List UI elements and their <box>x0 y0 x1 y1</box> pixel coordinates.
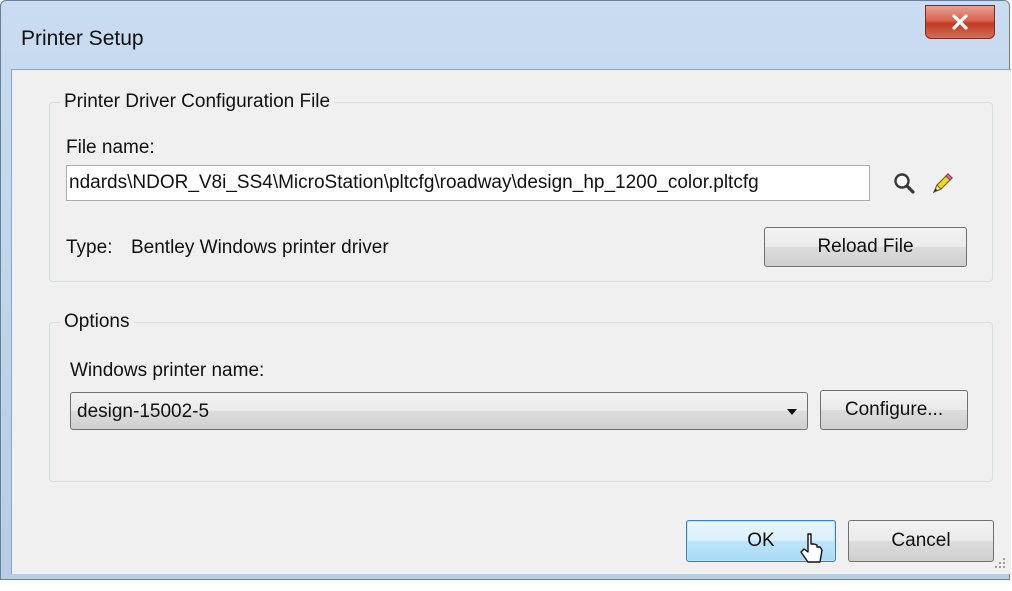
windows-printer-dropdown[interactable]: design-15002-5 <box>70 392 808 430</box>
options-group-label: Options <box>60 311 134 333</box>
printer-type-label: Type: <box>66 237 113 258</box>
chevron-down-icon <box>787 409 797 415</box>
windows-printer-selected: design-15002-5 <box>77 401 210 422</box>
resize-grip-icon[interactable] <box>993 556 1007 570</box>
close-button[interactable] <box>925 5 995 39</box>
windows-printer-name-label: Windows printer name: <box>70 360 265 381</box>
cancel-button[interactable]: Cancel <box>848 520 994 562</box>
printer-type-value: Bentley Windows printer driver <box>131 237 389 258</box>
close-icon <box>952 14 968 30</box>
configure-label: Configure... <box>844 399 944 420</box>
printer-setup-dialog: Printer Setup Printer Driver Configurati… <box>0 0 1011 580</box>
pencil-icon[interactable] <box>928 170 956 198</box>
cancel-label: Cancel <box>891 530 951 551</box>
dialog-client-area: Printer Driver Configuration File File n… <box>11 69 1011 574</box>
mouse-pointer-icon <box>800 533 823 563</box>
driver-config-group-label: Printer Driver Configuration File <box>60 91 335 113</box>
ok-label: OK <box>747 530 775 551</box>
file-name-label: File name: <box>66 137 155 158</box>
file-name-field[interactable]: ndards\NDOR_V8i_SS4\MicroStation\pltcfg\… <box>66 165 870 201</box>
reload-file-button[interactable]: Reload File <box>764 227 967 267</box>
magnifier-icon[interactable] <box>892 171 918 197</box>
title-bar[interactable]: Printer Setup <box>1 1 1009 69</box>
reload-file-label: Reload File <box>817 236 914 257</box>
configure-button[interactable]: Configure... <box>820 390 968 430</box>
dialog-title: Printer Setup <box>21 27 144 50</box>
file-name-value: ndards\NDOR_V8i_SS4\MicroStation\pltcfg\… <box>69 172 759 193</box>
